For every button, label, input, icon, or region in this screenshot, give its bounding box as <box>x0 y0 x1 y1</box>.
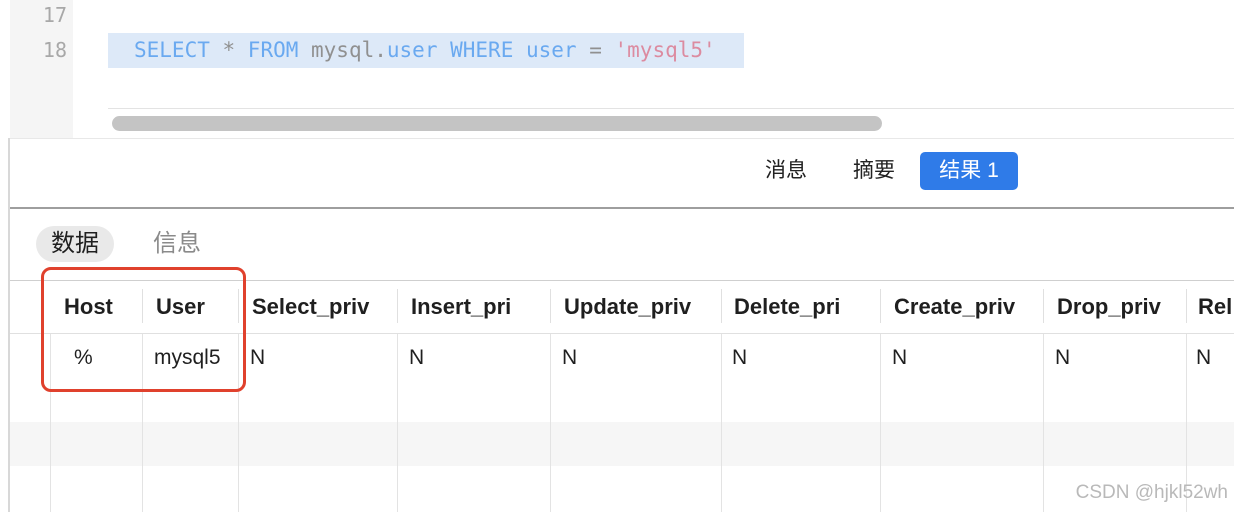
sql-token-keyword: WHERE <box>450 38 514 62</box>
sql-token-plain <box>437 38 450 62</box>
result-tab-strip: 消息 摘要 结果 1 <box>10 138 1234 209</box>
column-header-drop-priv[interactable]: Drop_priv <box>1057 291 1161 323</box>
column-header-create-priv[interactable]: Create_priv <box>894 291 1015 323</box>
column-divider <box>550 333 551 512</box>
table-cell-delete-priv[interactable]: N <box>732 343 747 373</box>
column-header-select-priv[interactable]: Select_priv <box>252 291 369 323</box>
subtab-data[interactable]: 数据 <box>36 226 114 262</box>
sql-token-keyword: FROM <box>247 38 299 62</box>
empty-row-stripe <box>10 422 1234 466</box>
sql-token-string: 'mysql5' <box>614 38 716 62</box>
line-number-gutter: 17 18 <box>10 0 73 138</box>
tab-messages[interactable]: 消息 <box>755 152 817 190</box>
sql-token-keyword: user <box>386 38 438 62</box>
header-divider <box>1186 289 1187 323</box>
csdn-watermark: CSDN @hjkl52wh <box>1075 482 1228 503</box>
line-number: 17 <box>42 3 67 27</box>
result-panel-divider <box>10 207 1234 209</box>
table-cell-reload-priv[interactable]: N <box>1196 343 1211 373</box>
sql-token-plain: = <box>576 38 615 62</box>
sql-token-keyword: SELECT <box>134 38 210 62</box>
table-cell-create-priv[interactable]: N <box>892 343 907 373</box>
sql-token-plain: * <box>209 38 248 62</box>
table-cell-drop-priv[interactable]: N <box>1055 343 1070 373</box>
annotation-highlight-box <box>41 267 246 392</box>
column-divider <box>1043 333 1044 512</box>
selected-query-line[interactable]: SELECT * FROM mysql.user WHERE user = 'm… <box>108 33 744 68</box>
column-divider <box>721 333 722 512</box>
table-cell-update-priv[interactable]: N <box>562 343 577 373</box>
column-divider <box>880 333 881 512</box>
horizontal-scrollbar[interactable] <box>112 116 882 131</box>
table-cell-select-priv[interactable]: N <box>250 343 265 373</box>
sql-token-keyword: user <box>526 38 577 62</box>
header-divider <box>550 289 551 323</box>
column-header-update-priv[interactable]: Update_priv <box>564 291 691 323</box>
table-cell-insert-priv[interactable]: N <box>409 343 424 373</box>
tab-summary[interactable]: 摘要 <box>840 152 908 190</box>
sql-token-plain <box>513 38 526 62</box>
column-header-insert-priv[interactable]: Insert_pri <box>411 291 511 323</box>
sql-token-plain: mysql. <box>298 38 387 62</box>
header-divider <box>721 289 722 323</box>
header-divider <box>397 289 398 323</box>
editor-divider <box>108 108 1234 109</box>
header-divider <box>1043 289 1044 323</box>
column-header-delete-priv[interactable]: Delete_pri <box>734 291 840 323</box>
header-divider <box>880 289 881 323</box>
subtab-info[interactable]: 信息 <box>138 226 216 262</box>
sql-editor[interactable]: 17 18 SELECT * FROM mysql.user WHERE use… <box>0 0 1234 138</box>
column-header-reload-priv[interactable]: Rel <box>1198 291 1232 323</box>
tab-result-1[interactable]: 结果 1 <box>920 152 1018 190</box>
column-divider <box>397 333 398 512</box>
line-number: 18 <box>42 38 67 62</box>
